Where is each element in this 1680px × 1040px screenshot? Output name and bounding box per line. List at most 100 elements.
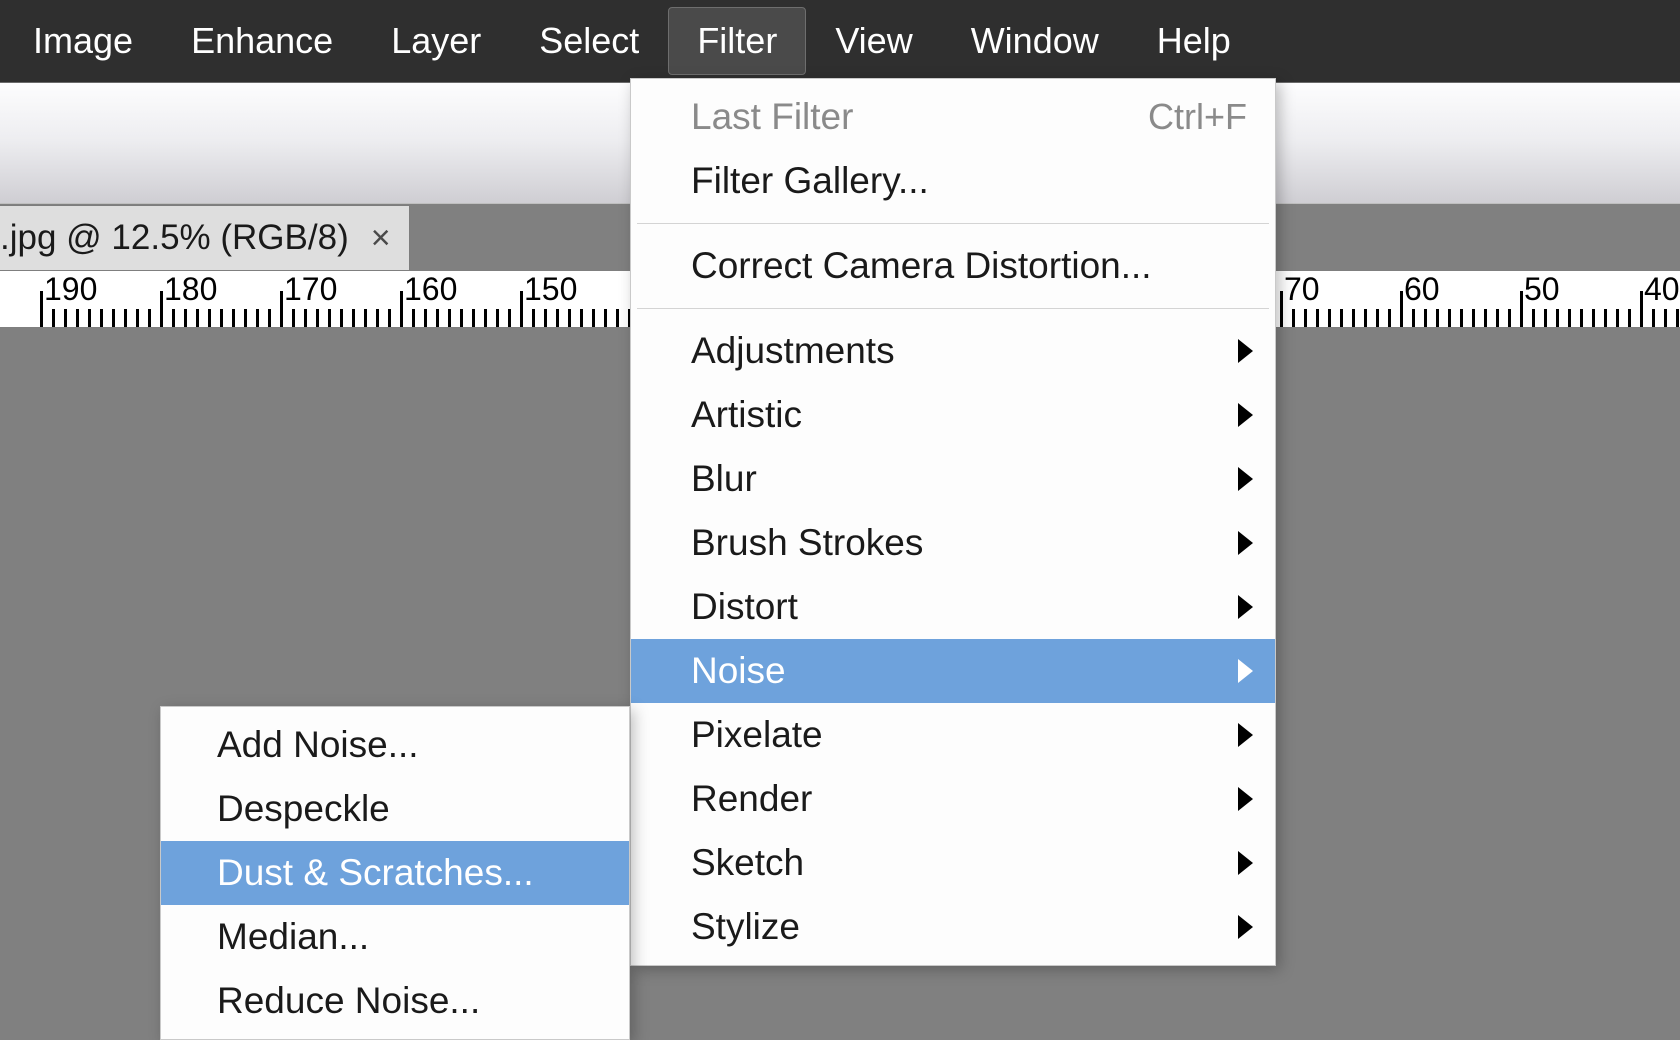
menu-item-sketch[interactable]: Sketch [631,831,1275,895]
ruler-tick-minor [1616,309,1619,327]
ruler-tick-minor [472,309,475,327]
menu-item-brush-strokes[interactable]: Brush Strokes [631,511,1275,575]
submenu-item-despeckle[interactable]: Despeckle [161,777,629,841]
ruler-tick-minor [352,309,355,327]
ruler-tick-minor [232,309,235,327]
menubar-item-image[interactable]: Image [4,7,162,75]
ruler-tick-minor [136,309,139,327]
menu-item-shortcut: Ctrl+F [1148,96,1247,138]
ruler-tick-minor [184,309,187,327]
document-tab-title: .jpg @ 12.5% (RGB/8) [0,218,349,258]
submenu-arrow-icon [1238,659,1253,683]
menu-item-adjustments[interactable]: Adjustments [631,319,1275,383]
submenu-item-dust-scratches[interactable]: Dust & Scratches... [161,841,629,905]
ruler-tick-minor [76,309,79,327]
menu-item-render[interactable]: Render [631,767,1275,831]
ruler-tick-minor [496,309,499,327]
ruler-tick-minor [508,309,511,327]
submenu-arrow-icon [1238,467,1253,491]
menubar-item-window[interactable]: Window [942,7,1128,75]
ruler-tick-minor [196,309,199,327]
menu-item-noise[interactable]: Noise [631,639,1275,703]
ruler-tick-minor [1496,309,1499,327]
ruler-label: 60 [1404,271,1440,308]
menu-item-stylize[interactable]: Stylize [631,895,1275,959]
menu-item-artistic[interactable]: Artistic [631,383,1275,447]
submenu-arrow-icon [1238,787,1253,811]
menu-item-label: Brush Strokes [691,522,923,564]
menubar-item-filter[interactable]: Filter [668,7,806,75]
submenu-arrow-icon [1238,339,1253,363]
menu-item-label: Adjustments [691,330,895,372]
ruler-tick-minor [1316,309,1319,327]
ruler-tick-major [1640,291,1643,327]
ruler-tick-minor [376,309,379,327]
submenu-arrow-icon [1238,723,1253,747]
ruler-tick-minor [412,309,415,327]
menubar-item-select[interactable]: Select [510,7,668,75]
ruler-tick-minor [244,309,247,327]
menu-item-correct-camera-distortion[interactable]: Correct Camera Distortion... [631,234,1275,298]
ruler-tick-minor [1388,309,1391,327]
menubar-item-help[interactable]: Help [1128,7,1260,75]
ruler-tick-minor [1532,309,1535,327]
ruler-tick-minor [364,309,367,327]
menu-item-pixelate[interactable]: Pixelate [631,703,1275,767]
ruler-tick-minor [1328,309,1331,327]
ruler-label: 70 [1284,271,1320,308]
ruler-label: 40 [1644,271,1680,308]
ruler-tick-minor [1556,309,1559,327]
ruler-tick-minor [1592,309,1595,327]
ruler-tick-minor [556,309,559,327]
ruler-tick-minor [124,309,127,327]
menubar-item-layer[interactable]: Layer [362,7,510,75]
ruler-tick-minor [268,309,271,327]
ruler-tick-major [520,291,523,327]
ruler-tick-minor [316,309,319,327]
menu-item-filter-gallery[interactable]: Filter Gallery... [631,149,1275,213]
submenu-item-add-noise[interactable]: Add Noise... [161,713,629,777]
ruler-tick-minor [1472,309,1475,327]
menubar-item-enhance[interactable]: Enhance [162,7,362,75]
ruler-tick-minor [1352,309,1355,327]
ruler-tick-minor [1544,309,1547,327]
ruler-tick-major [160,291,163,327]
ruler-tick-minor [340,309,343,327]
ruler-tick-major [1520,291,1523,327]
ruler-tick-minor [424,309,427,327]
ruler-tick-minor [1412,309,1415,327]
submenu-arrow-icon [1238,915,1253,939]
ruler-tick-minor [256,309,259,327]
ruler-tick-minor [1460,309,1463,327]
ruler-tick-minor [592,309,595,327]
menu-item-last-filter: Last FilterCtrl+F [631,85,1275,149]
menu-item-blur[interactable]: Blur [631,447,1275,511]
close-icon[interactable]: × [371,219,391,258]
ruler-tick-minor [64,309,67,327]
menu-item-label: Artistic [691,394,802,436]
menu-item-label: Noise [691,650,786,692]
ruler-tick-major [1280,291,1283,327]
submenu-item-reduce-noise[interactable]: Reduce Noise... [161,969,629,1033]
ruler-tick-minor [448,309,451,327]
ruler-tick-minor [1676,309,1679,327]
ruler-label: 190 [44,271,97,308]
menu-item-label: Pixelate [691,714,823,756]
menu-item-distort[interactable]: Distort [631,575,1275,639]
submenu-arrow-icon [1238,851,1253,875]
ruler-tick-minor [1364,309,1367,327]
ruler-tick-minor [616,309,619,327]
ruler-tick-minor [388,309,391,327]
document-tab[interactable]: .jpg @ 12.5% (RGB/8) × [0,205,410,271]
menubar: ImageEnhanceLayerSelectFilterViewWindowH… [0,0,1680,82]
menu-item-label: Render [691,778,812,820]
ruler-label: 180 [164,271,217,308]
ruler-tick-minor [1376,309,1379,327]
ruler-tick-minor [1340,309,1343,327]
ruler-tick-minor [1292,309,1295,327]
filter-menu: Last FilterCtrl+FFilter Gallery... Correc… [630,78,1276,966]
document-tab-strip: .jpg @ 12.5% (RGB/8) × [0,204,410,272]
submenu-item-median[interactable]: Median... [161,905,629,969]
menubar-item-view[interactable]: View [806,7,941,75]
ruler-tick-minor [1652,309,1655,327]
